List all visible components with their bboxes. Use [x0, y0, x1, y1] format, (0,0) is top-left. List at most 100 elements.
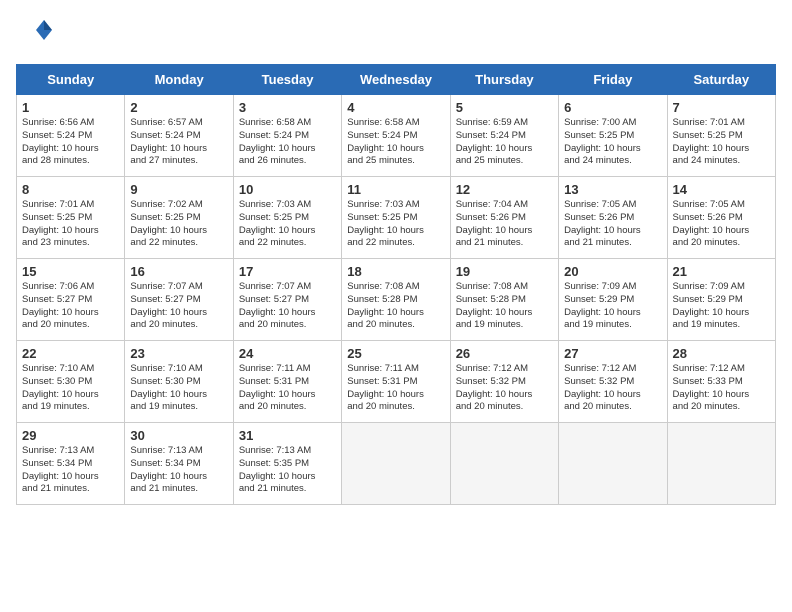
- day-number: 9: [130, 182, 227, 197]
- calendar-cell: 19Sunrise: 7:08 AM Sunset: 5:28 PM Dayli…: [450, 259, 558, 341]
- calendar-cell: [559, 423, 667, 505]
- calendar-cell: 21 Sunrise: 7:09 AM Sunset: 5:29 PM Dayli…: [667, 259, 775, 341]
- day-number: 11: [347, 182, 444, 197]
- week-row-3: 15Sunrise: 7:06 AM Sunset: 5:27 PM Dayli…: [17, 259, 776, 341]
- day-info: Sunrise: 6:57 AM Sunset: 5:24 PM Dayligh…: [130, 117, 227, 168]
- day-header-wednesday: Wednesday: [342, 65, 450, 95]
- calendar-cell: 6 Sunrise: 7:00 AM Sunset: 5:25 PM Daylig…: [559, 95, 667, 177]
- calendar-cell: 8 Sunrise: 7:01 AM Sunset: 5:25 PM Daylig…: [17, 177, 125, 259]
- day-info: Sunrise: 7:09 AM Sunset: 5:29 PM Dayligh…: [673, 281, 770, 332]
- day-info: Sunrise: 7:12 AM Sunset: 5:33 PM Dayligh…: [673, 363, 770, 414]
- day-info: Sunrise: 7:13 AM Sunset: 5:35 PM Dayligh…: [239, 445, 336, 496]
- day-header-monday: Monday: [125, 65, 233, 95]
- calendar-cell: [667, 423, 775, 505]
- day-info: Sunrise: 7:09 AM Sunset: 5:29 PM Dayligh…: [564, 281, 661, 332]
- day-number: 8: [22, 182, 119, 197]
- day-number: 7: [673, 100, 770, 115]
- calendar-cell: 27 Sunrise: 7:12 AM Sunset: 5:32 PM Dayli…: [559, 341, 667, 423]
- day-info: Sunrise: 6:58 AM Sunset: 5:24 PM Dayligh…: [239, 117, 336, 168]
- day-info: Sunrise: 7:12 AM Sunset: 5:32 PM Dayligh…: [456, 363, 553, 414]
- calendar-cell: 31 Sunrise: 7:13 AM Sunset: 5:35 PM Dayli…: [233, 423, 341, 505]
- day-number: 21: [673, 264, 770, 279]
- calendar-cell: 7 Sunrise: 7:01 AM Sunset: 5:25 PM Daylig…: [667, 95, 775, 177]
- day-number: 23: [130, 346, 227, 361]
- day-number: 24: [239, 346, 336, 361]
- day-number: 25: [347, 346, 444, 361]
- calendar-cell: 2 Sunrise: 6:57 AM Sunset: 5:24 PM Daylig…: [125, 95, 233, 177]
- day-info: Sunrise: 7:03 AM Sunset: 5:25 PM Dayligh…: [347, 199, 444, 250]
- day-number: 6: [564, 100, 661, 115]
- day-info: Sunrise: 7:07 AM Sunset: 5:27 PM Dayligh…: [130, 281, 227, 332]
- day-number: 20: [564, 264, 661, 279]
- day-info: Sunrise: 7:05 AM Sunset: 5:26 PM Dayligh…: [673, 199, 770, 250]
- day-info: Sunrise: 7:08 AM Sunset: 5:28 PM Dayligh…: [347, 281, 444, 332]
- calendar-cell: 15Sunrise: 7:06 AM Sunset: 5:27 PM Dayli…: [17, 259, 125, 341]
- calendar-cell: 17 Sunrise: 7:07 AM Sunset: 5:27 PM Dayli…: [233, 259, 341, 341]
- day-header-saturday: Saturday: [667, 65, 775, 95]
- calendar-cell: 23 Sunrise: 7:10 AM Sunset: 5:30 PM Dayli…: [125, 341, 233, 423]
- calendar-cell: 25 Sunrise: 7:11 AM Sunset: 5:31 PM Dayli…: [342, 341, 450, 423]
- day-info: Sunrise: 7:01 AM Sunset: 5:25 PM Dayligh…: [673, 117, 770, 168]
- day-header-friday: Friday: [559, 65, 667, 95]
- day-number: 27: [564, 346, 661, 361]
- calendar-cell: 12 Sunrise: 7:04 AM Sunset: 5:26 PM Dayli…: [450, 177, 558, 259]
- calendar-cell: 22Sunrise: 7:10 AM Sunset: 5:30 PM Dayli…: [17, 341, 125, 423]
- calendar-header: SundayMondayTuesdayWednesdayThursdayFrid…: [17, 65, 776, 95]
- day-info: Sunrise: 7:12 AM Sunset: 5:32 PM Dayligh…: [564, 363, 661, 414]
- day-header-thursday: Thursday: [450, 65, 558, 95]
- logo-icon: [16, 16, 52, 52]
- calendar-table: SundayMondayTuesdayWednesdayThursdayFrid…: [16, 64, 776, 505]
- calendar-cell: 3 Sunrise: 6:58 AM Sunset: 5:24 PM Daylig…: [233, 95, 341, 177]
- day-info: Sunrise: 7:06 AM Sunset: 5:27 PM Dayligh…: [22, 281, 119, 332]
- calendar-cell: 18 Sunrise: 7:08 AM Sunset: 5:28 PM Dayli…: [342, 259, 450, 341]
- calendar-cell: 16Sunrise: 7:07 AM Sunset: 5:27 PM Dayli…: [125, 259, 233, 341]
- calendar-cell: [342, 423, 450, 505]
- calendar-cell: 30Sunrise: 7:13 AM Sunset: 5:34 PM Dayli…: [125, 423, 233, 505]
- day-number: 18: [347, 264, 444, 279]
- calendar-cell: 26Sunrise: 7:12 AM Sunset: 5:32 PM Dayli…: [450, 341, 558, 423]
- calendar-cell: 20 Sunrise: 7:09 AM Sunset: 5:29 PM Dayli…: [559, 259, 667, 341]
- day-info: Sunrise: 7:07 AM Sunset: 5:27 PM Dayligh…: [239, 281, 336, 332]
- day-header-tuesday: Tuesday: [233, 65, 341, 95]
- day-info: Sunrise: 7:10 AM Sunset: 5:30 PM Dayligh…: [130, 363, 227, 414]
- calendar-cell: 5 Sunrise: 6:59 AM Sunset: 5:24 PM Daylig…: [450, 95, 558, 177]
- day-number: 4: [347, 100, 444, 115]
- day-info: Sunrise: 6:59 AM Sunset: 5:24 PM Dayligh…: [456, 117, 553, 168]
- calendar-cell: 4 Sunrise: 6:58 AM Sunset: 5:24 PM Daylig…: [342, 95, 450, 177]
- day-number: 14: [673, 182, 770, 197]
- day-number: 17: [239, 264, 336, 279]
- day-number: 12: [456, 182, 553, 197]
- day-info: Sunrise: 7:01 AM Sunset: 5:25 PM Dayligh…: [22, 199, 119, 250]
- week-row-4: 22Sunrise: 7:10 AM Sunset: 5:30 PM Dayli…: [17, 341, 776, 423]
- day-info: Sunrise: 7:13 AM Sunset: 5:34 PM Dayligh…: [130, 445, 227, 496]
- day-number: 5: [456, 100, 553, 115]
- day-number: 19: [456, 264, 553, 279]
- day-info: Sunrise: 7:03 AM Sunset: 5:25 PM Dayligh…: [239, 199, 336, 250]
- day-info: Sunrise: 6:58 AM Sunset: 5:24 PM Dayligh…: [347, 117, 444, 168]
- day-info: Sunrise: 7:04 AM Sunset: 5:26 PM Dayligh…: [456, 199, 553, 250]
- calendar-body: 1 Sunrise: 6:56 AM Sunset: 5:24 PM Daylig…: [17, 95, 776, 505]
- day-header-sunday: Sunday: [17, 65, 125, 95]
- day-number: 10: [239, 182, 336, 197]
- day-number: 28: [673, 346, 770, 361]
- calendar-cell: 11 Sunrise: 7:03 AM Sunset: 5:25 PM Dayli…: [342, 177, 450, 259]
- day-info: Sunrise: 6:56 AM Sunset: 5:24 PM Dayligh…: [22, 117, 119, 168]
- day-info: Sunrise: 7:11 AM Sunset: 5:31 PM Dayligh…: [239, 363, 336, 414]
- page-header: [16, 16, 776, 52]
- day-info: Sunrise: 7:13 AM Sunset: 5:34 PM Dayligh…: [22, 445, 119, 496]
- day-info: Sunrise: 7:00 AM Sunset: 5:25 PM Dayligh…: [564, 117, 661, 168]
- calendar-cell: 24 Sunrise: 7:11 AM Sunset: 5:31 PM Dayli…: [233, 341, 341, 423]
- calendar-cell: 9 Sunrise: 7:02 AM Sunset: 5:25 PM Daylig…: [125, 177, 233, 259]
- day-number: 3: [239, 100, 336, 115]
- header-row: SundayMondayTuesdayWednesdayThursdayFrid…: [17, 65, 776, 95]
- day-number: 31: [239, 428, 336, 443]
- calendar-cell: [450, 423, 558, 505]
- calendar-cell: 14 Sunrise: 7:05 AM Sunset: 5:26 PM Dayli…: [667, 177, 775, 259]
- calendar-cell: 13Sunrise: 7:05 AM Sunset: 5:26 PM Dayli…: [559, 177, 667, 259]
- calendar-cell: 1 Sunrise: 6:56 AM Sunset: 5:24 PM Daylig…: [17, 95, 125, 177]
- day-number: 29: [22, 428, 119, 443]
- day-info: Sunrise: 7:02 AM Sunset: 5:25 PM Dayligh…: [130, 199, 227, 250]
- day-number: 1: [22, 100, 119, 115]
- day-info: Sunrise: 7:11 AM Sunset: 5:31 PM Dayligh…: [347, 363, 444, 414]
- day-number: 2: [130, 100, 227, 115]
